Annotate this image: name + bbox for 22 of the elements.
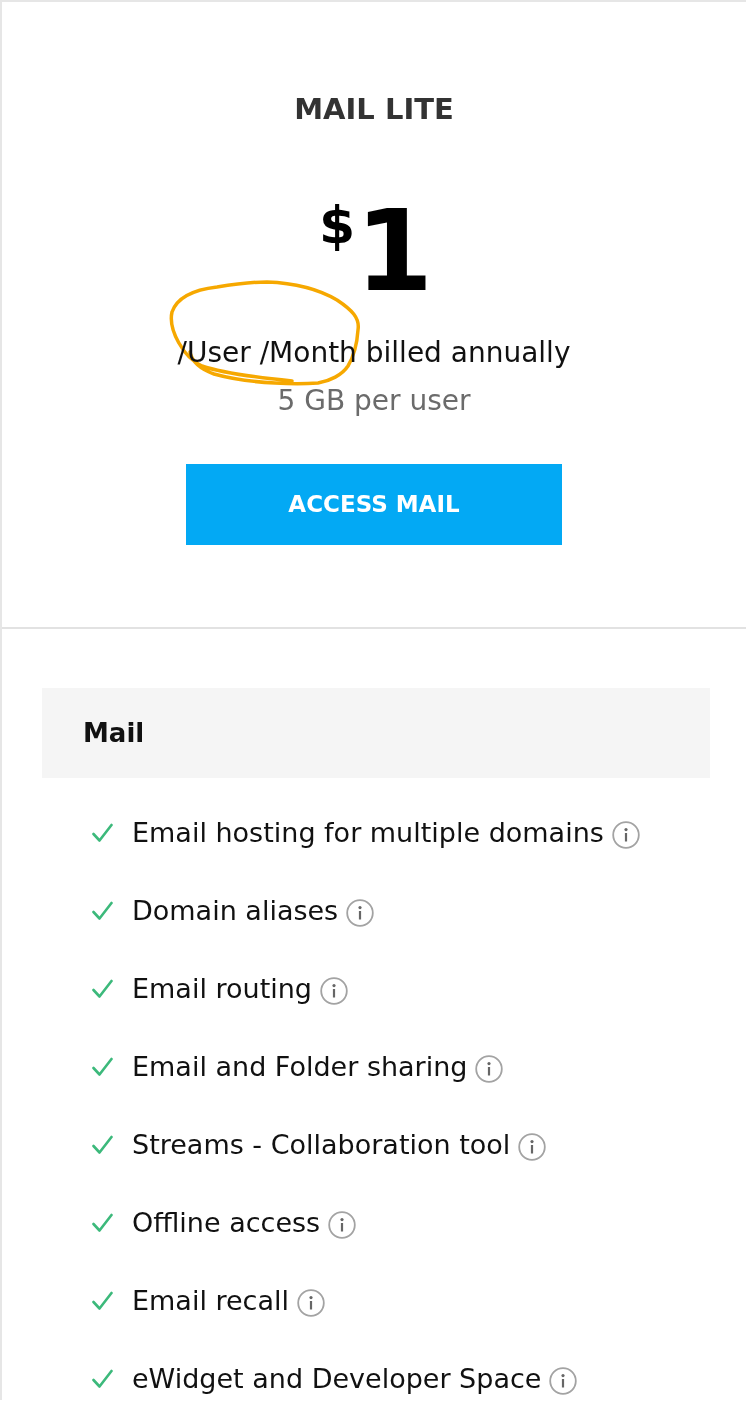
info-icon[interactable]	[297, 1289, 325, 1317]
price-amount: 1	[355, 195, 430, 307]
feature-label: Email hosting for multiple domains	[132, 816, 604, 850]
storage-text: 5 GB per user	[277, 387, 471, 415]
info-icon[interactable]	[346, 899, 375, 927]
feature-label: eWidget and Developer Space	[132, 1362, 542, 1396]
currency-symbol: $	[318, 199, 356, 251]
info-icon[interactable]	[611, 821, 640, 849]
feature-label: Email recall	[132, 1284, 289, 1318]
feature-label: Offline access	[132, 1206, 321, 1240]
feature-label: Streams - Collaboration tool	[132, 1128, 511, 1162]
info-icon[interactable]	[475, 1055, 504, 1083]
feature-label: Email routing	[132, 972, 312, 1006]
feature-label: Email and Folder sharing	[132, 1050, 468, 1084]
access-mail-button[interactable]: ACCESS MAIL	[186, 464, 562, 545]
info-icon[interactable]	[320, 977, 348, 1005]
section-heading: Mail	[42, 688, 710, 778]
info-icon[interactable]	[518, 1133, 547, 1161]
plan-title: MAIL LITE	[293, 91, 455, 127]
info-icon[interactable]	[549, 1367, 578, 1395]
info-icon[interactable]	[328, 1211, 357, 1239]
feature-label: Domain aliases	[132, 894, 339, 928]
